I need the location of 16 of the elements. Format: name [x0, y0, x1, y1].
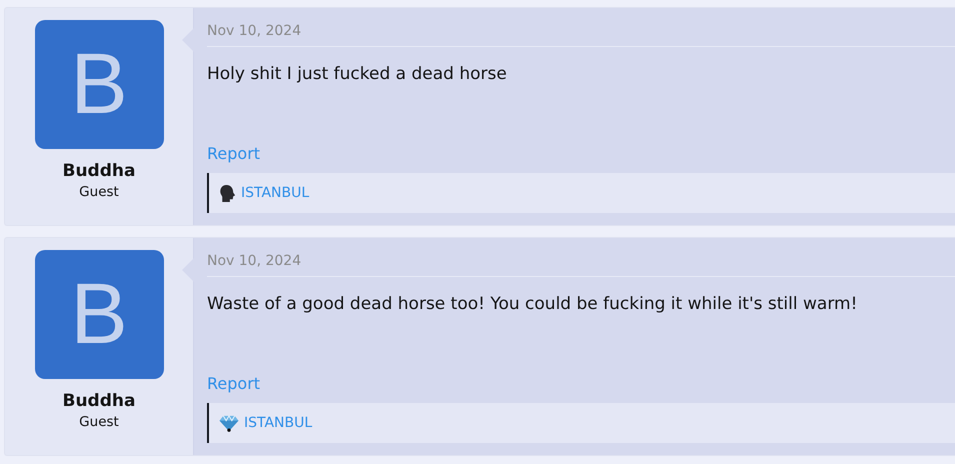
report-link[interactable]: Report — [207, 374, 260, 393]
username[interactable]: Buddha — [62, 391, 136, 411]
post-date[interactable]: Nov 10, 2024 — [207, 8, 955, 47]
post-message: Holy shit I just fucked a dead horse — [207, 64, 508, 86]
signature-link[interactable]: ISTANBUL — [244, 415, 312, 431]
head-icon — [218, 184, 237, 202]
diamond-icon — [218, 414, 240, 432]
avatar[interactable]: B — [34, 20, 164, 149]
signature-link[interactable]: ISTANBUL — [241, 185, 310, 201]
username[interactable]: Buddha — [62, 161, 136, 181]
post-message: Waste of a good dead horse too! You could be fucking it while it's still warm! — [207, 294, 858, 316]
post-date[interactable]: Nov 10, 2024 — [207, 238, 955, 277]
user-title: Guest — [79, 184, 119, 200]
avatar[interactable]: B — [34, 250, 164, 379]
report-link[interactable]: Report — [207, 144, 260, 163]
user-title: Guest — [79, 414, 119, 430]
